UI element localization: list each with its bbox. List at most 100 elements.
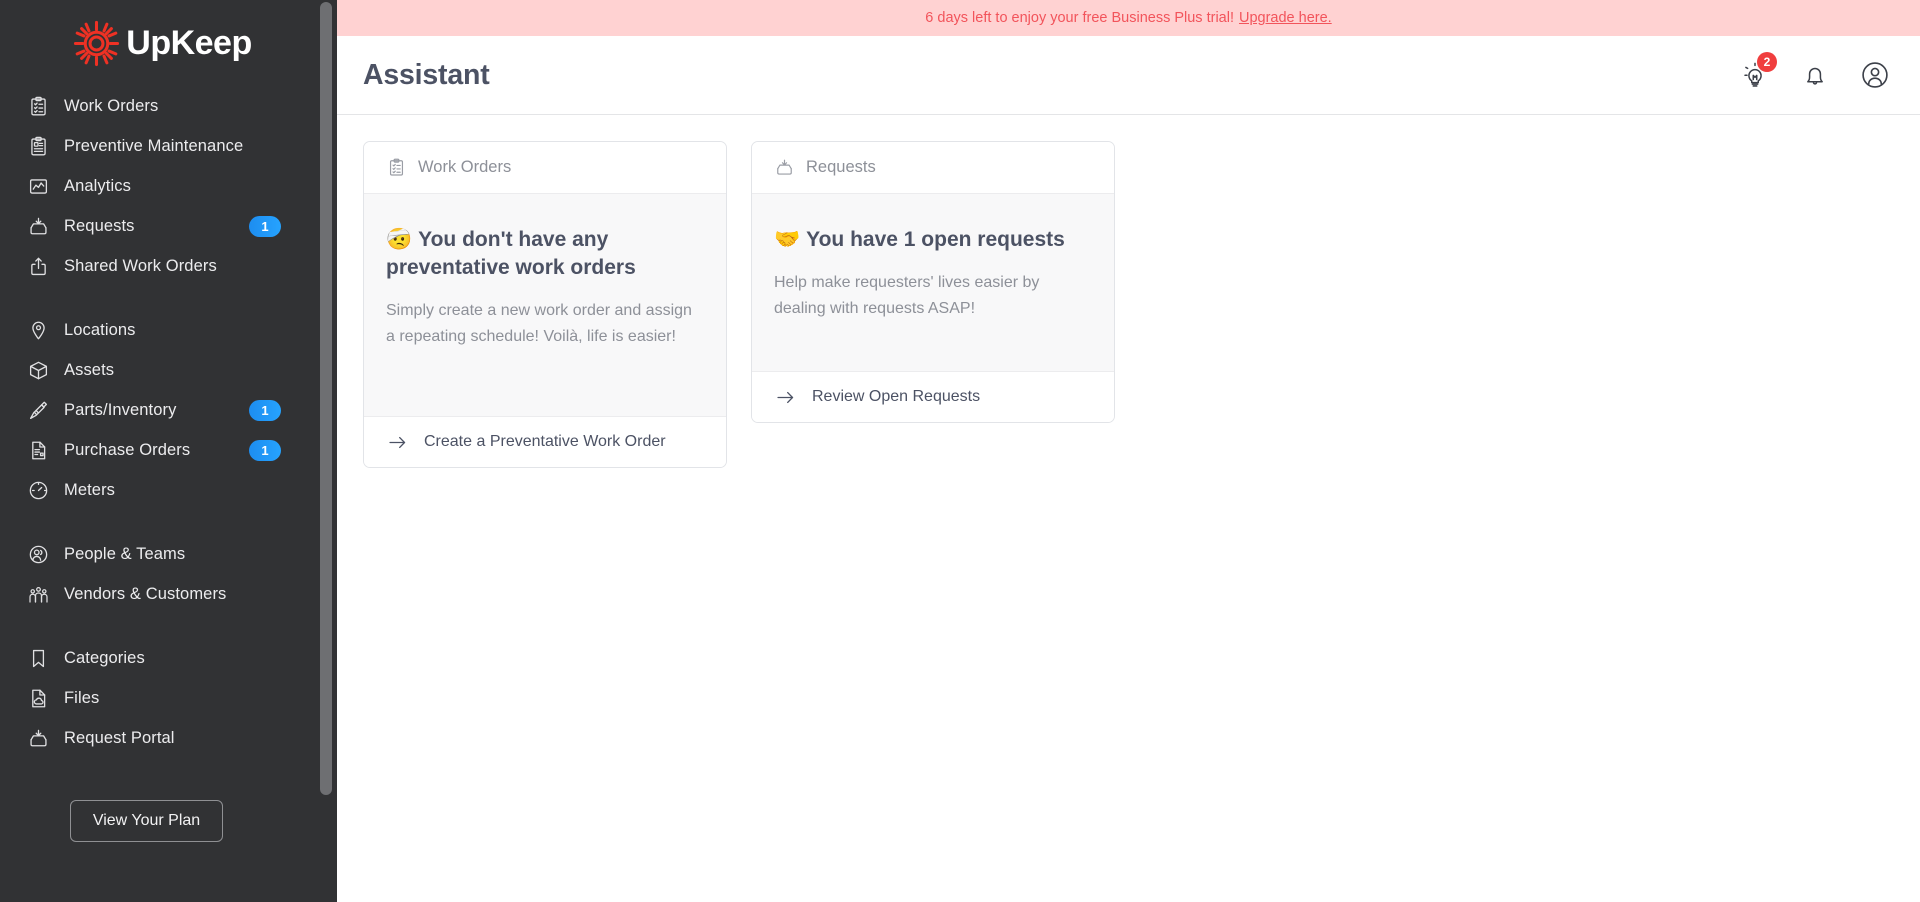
sidebar-item-parts-inventory[interactable]: Parts/Inventory 1 [0, 390, 315, 430]
clipboard-list-icon [26, 134, 50, 158]
sidebar-item-label: Requests [64, 216, 135, 235]
document-invoice-icon [26, 438, 50, 462]
sidebar-scroll-content: UpKeep Work Orders Preventive Maintenanc… [0, 0, 337, 902]
inbox-in-icon [26, 214, 50, 238]
sidebar-item-label: Locations [64, 320, 136, 339]
sidebar-badge-requests: 1 [249, 215, 281, 237]
sidebar-group-assets: Locations Assets Parts/Inventory 1 Purch… [0, 310, 315, 510]
bookmark-icon [26, 646, 50, 670]
sidebar-item-people-teams[interactable]: People & Teams [0, 534, 315, 574]
sidebar-item-label: Files [64, 688, 100, 707]
header-actions: 2 [1738, 52, 1892, 92]
card-work-orders-header: Work Orders [364, 142, 726, 194]
sidebar-group-people: People & Teams Vendors & Customers [0, 534, 315, 614]
sidebar-item-label: Parts/Inventory [64, 400, 177, 419]
card-work-orders-title: Work Orders [418, 158, 512, 176]
screw-icon [26, 398, 50, 422]
lightbulb-button[interactable]: 2 [1738, 52, 1777, 92]
arrow-right-icon [386, 431, 408, 453]
sidebar-item-preventive-maintenance[interactable]: Preventive Maintenance [0, 126, 315, 166]
sidebar-item-files[interactable]: Files [0, 678, 315, 718]
sidebar-divider-2 [0, 510, 315, 534]
cube-icon [26, 358, 50, 382]
sidebar-item-label: Request Portal [64, 728, 175, 747]
sidebar-item-label: Preventive Maintenance [64, 136, 244, 155]
gauge-icon [26, 478, 50, 502]
sidebar-item-meters[interactable]: Meters [0, 470, 315, 510]
bandaged-face-emoji-icon: 🤕 [386, 228, 413, 251]
sidebar-item-label: Work Orders [64, 96, 159, 115]
arrow-right-icon [774, 386, 796, 408]
sidebar-item-categories[interactable]: Categories [0, 638, 315, 678]
sidebar-item-work-orders[interactable]: Work Orders [0, 86, 315, 126]
sidebar-item-vendors-customers[interactable]: Vendors & Customers [0, 574, 315, 614]
review-open-requests-label: Review Open Requests [812, 388, 981, 405]
user-avatar-button[interactable] [1858, 58, 1892, 92]
review-open-requests-action[interactable]: Review Open Requests [752, 371, 1114, 422]
bell-icon [1802, 62, 1828, 88]
sidebar-item-locations[interactable]: Locations [0, 310, 315, 350]
sidebar-scrollbar-track[interactable] [320, 0, 332, 902]
people-icon [26, 542, 50, 566]
sidebar-item-label: Meters [64, 480, 116, 499]
card-requests-title: Requests [806, 158, 876, 176]
user-avatar-icon [1861, 61, 1889, 89]
brand-logo[interactable]: UpKeep [0, 0, 315, 86]
trial-upgrade-link[interactable]: Upgrade here. [1239, 10, 1332, 26]
card-requests-body: 🤝 You have 1 open requests Help make requ… [752, 194, 1114, 371]
sidebar: UpKeep Work Orders Preventive Maintenanc… [0, 0, 337, 902]
view-your-plan-button[interactable]: View Your Plan [69, 800, 224, 842]
sidebar-item-shared-work-orders[interactable]: Shared Work Orders [0, 246, 315, 286]
app-root: UpKeep Work Orders Preventive Maintenanc… [0, 0, 1920, 902]
trial-banner-message: 6 days left to enjoy your free Business … [925, 10, 1234, 26]
trial-banner: 6 days left to enjoy your free Business … [337, 0, 1920, 36]
sidebar-item-requests[interactable]: Requests 1 [0, 206, 315, 246]
create-preventative-work-order-action[interactable]: Create a Preventative Work Order [364, 416, 726, 467]
sidebar-item-assets[interactable]: Assets [0, 350, 315, 390]
sidebar-item-label: Assets [64, 360, 115, 379]
inbox-in-icon [26, 726, 50, 750]
sidebar-item-purchase-orders[interactable]: Purchase Orders 1 [0, 430, 315, 470]
sidebar-item-request-portal[interactable]: Request Portal [0, 718, 315, 758]
sidebar-item-label: Shared Work Orders [64, 256, 217, 275]
sidebar-badge-purchase-orders: 1 [249, 439, 281, 461]
sidebar-item-label: Purchase Orders [64, 440, 191, 459]
sidebar-scrollbar-thumb[interactable] [320, 2, 332, 795]
brand-name: UpKeep [126, 23, 252, 62]
sidebar-divider-3 [0, 614, 315, 638]
card-requests-heading-row: 🤝 You have 1 open requests [774, 226, 1092, 254]
card-work-orders-heading: You don't have any preventative work ord… [386, 228, 636, 279]
card-work-orders-text: Simply create a new work order and assig… [386, 301, 692, 345]
handshake-emoji-icon: 🤝 [774, 228, 801, 251]
card-requests-heading: You have 1 open requests [806, 228, 1065, 251]
map-pin-icon [26, 318, 50, 342]
sidebar-item-label: People & Teams [64, 544, 186, 563]
notifications-button[interactable] [1798, 58, 1832, 92]
chart-line-icon [26, 174, 50, 198]
file-cloud-icon [26, 686, 50, 710]
sidebar-badge-parts-inventory: 1 [249, 399, 281, 421]
card-requests: Requests 🤝 You have 1 open requests Help … [751, 141, 1115, 423]
lightbulb-badge: 2 [1757, 52, 1777, 72]
card-requests-text: Help make requesters' lives easier by de… [774, 273, 1040, 317]
page-header: Assistant 2 [337, 36, 1920, 115]
sidebar-divider-1 [0, 286, 315, 310]
page-title: Assistant [363, 58, 490, 91]
main-region: 6 days left to enjoy your free Business … [337, 0, 1920, 902]
group-people-icon [26, 582, 50, 606]
card-work-orders: Work Orders 🤕 You don't have any preventa… [363, 141, 727, 468]
card-requests-header: Requests [752, 142, 1114, 194]
inbox-in-icon [774, 158, 794, 178]
sidebar-group-operations: Work Orders Preventive Maintenance Analy… [0, 86, 315, 286]
sidebar-item-analytics[interactable]: Analytics [0, 166, 315, 206]
sidebar-group-library: Categories Files Request Portal [0, 638, 315, 758]
create-preventative-work-order-label: Create a Preventative Work Order [424, 433, 666, 450]
assistant-content: Work Orders 🤕 You don't have any preventa… [337, 115, 1920, 902]
gear-icon [73, 20, 120, 67]
card-work-orders-heading-row: 🤕 You don't have any preventative work or… [386, 226, 704, 282]
plan-button-container: View Your Plan [0, 800, 315, 902]
card-work-orders-body: 🤕 You don't have any preventative work or… [364, 194, 726, 416]
share-upload-icon [26, 254, 50, 278]
sidebar-item-label: Categories [64, 648, 145, 667]
